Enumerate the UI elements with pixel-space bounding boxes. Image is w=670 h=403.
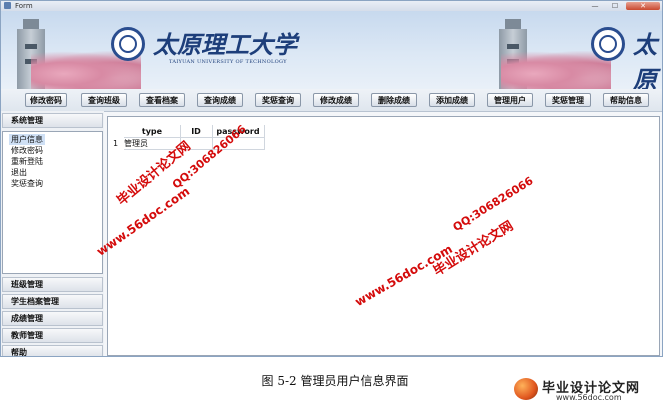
university-name-en: TAIYUAN UNIVERSITY OF TECHNOLOGY xyxy=(169,59,287,65)
app-window: Form — ☐ ✕ 太原理工大学 TAIYUAN UNIVERSITY OF … xyxy=(0,0,663,357)
menu-item-user-info[interactable]: 用户信息 xyxy=(9,134,45,145)
app-icon xyxy=(4,2,11,9)
menu-item-relogin[interactable]: 重新登陆 xyxy=(11,156,43,167)
blossom-image-right xyxy=(501,51,611,89)
maximize-button[interactable]: ☐ xyxy=(606,2,624,10)
delete-grades-button[interactable]: 删除成绩 xyxy=(371,93,417,107)
system-menu-list: 用户信息 修改密码 重新登陆 退出 奖惩查询 xyxy=(2,131,103,274)
university-name-cn: 太原理工大学 xyxy=(153,30,297,59)
query-class-button[interactable]: 查询班级 xyxy=(81,93,127,107)
sidebar-section-system[interactable]: 系统管理 xyxy=(2,113,103,128)
window-title: Form xyxy=(15,2,33,10)
sidebar-section-class[interactable]: 班级管理 xyxy=(2,277,103,292)
row-number: 1 xyxy=(113,139,119,148)
view-records-button[interactable]: 查看档案 xyxy=(139,93,185,107)
minimize-button[interactable]: — xyxy=(586,2,604,10)
logo-ball-icon xyxy=(514,378,538,400)
university-name-cn-right: 太原理工大学 xyxy=(633,30,657,89)
site-logo: 毕业设计论文网 www.56doc.com xyxy=(510,376,670,403)
university-seal-icon xyxy=(111,27,145,61)
add-grades-button[interactable]: 添加成绩 xyxy=(429,93,475,107)
edit-grades-button[interactable]: 修改成绩 xyxy=(313,93,359,107)
sidebar: 系统管理 用户信息 修改密码 重新登陆 退出 奖惩查询 班级管理 学生档案管理 … xyxy=(1,111,104,356)
column-header-type[interactable]: type xyxy=(124,126,180,137)
help-info-button[interactable]: 帮助信息 xyxy=(603,93,649,107)
sidebar-section-help[interactable]: 帮助 xyxy=(2,345,103,356)
column-header-id[interactable]: ID xyxy=(180,126,212,137)
menu-item-query-awards[interactable]: 奖惩查询 xyxy=(11,178,43,189)
university-seal-icon-right xyxy=(591,27,625,61)
change-password-button[interactable]: 修改密码 xyxy=(25,93,67,107)
toolbar: 修改密码 查询班级 查看档案 查询成绩 奖惩查询 修改成绩 删除成绩 添加成绩 … xyxy=(1,89,662,112)
close-button[interactable]: ✕ xyxy=(626,2,660,10)
menu-item-exit[interactable]: 退出 xyxy=(11,167,27,178)
logo-url: www.56doc.com xyxy=(556,393,622,402)
sidebar-section-grades[interactable]: 成绩管理 xyxy=(2,311,103,326)
sidebar-section-teachers[interactable]: 教师管理 xyxy=(2,328,103,343)
menu-item-change-password[interactable]: 修改密码 xyxy=(11,145,43,156)
university-banner: 太原理工大学 TAIYUAN UNIVERSITY OF TECHNOLOGY … xyxy=(1,11,662,89)
query-grades-button[interactable]: 查询成绩 xyxy=(197,93,243,107)
query-awards-button[interactable]: 奖惩查询 xyxy=(255,93,301,107)
manage-awards-button[interactable]: 奖惩管理 xyxy=(545,93,591,107)
sidebar-section-student-records[interactable]: 学生档案管理 xyxy=(2,294,103,309)
manage-users-button[interactable]: 管理用户 xyxy=(487,93,533,107)
